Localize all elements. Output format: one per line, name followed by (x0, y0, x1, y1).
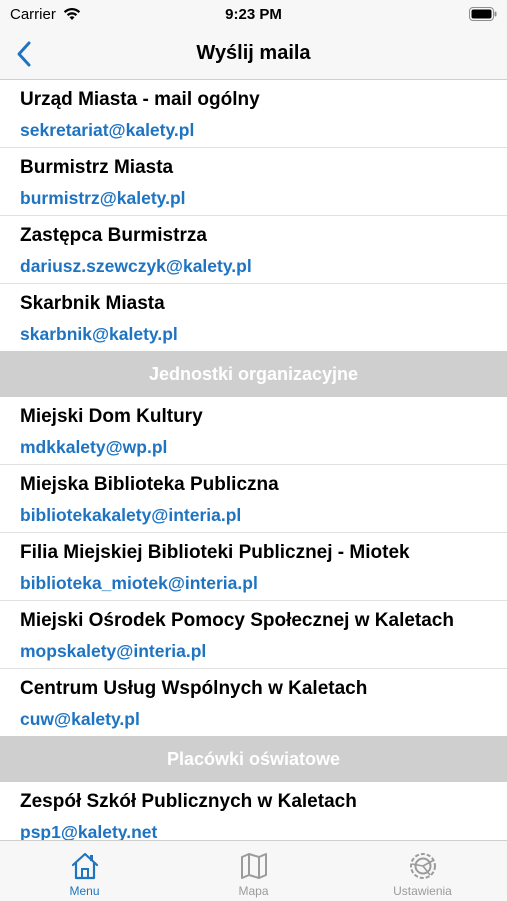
contact-name: Urząd Miasta - mail ogólny (20, 89, 260, 110)
email-link[interactable]: mdkkalety@wp.pl (20, 437, 167, 458)
contact-name: Centrum Usług Wspólnych w Kaletach (20, 678, 368, 699)
contact-name: Miejski Dom Kultury (20, 406, 203, 427)
home-icon (71, 852, 99, 880)
status-time: 9:23 PM (225, 6, 282, 23)
list-item[interactable]: Skarbnik Miasta skarbnik@kalety.pl (0, 284, 507, 351)
battery-icon (469, 7, 497, 21)
section-header: Jednostki organizacyjne (0, 351, 507, 397)
navigation-bar: Wyślij maila (0, 30, 507, 80)
tab-ustawienia[interactable]: Ustawienia (338, 841, 507, 901)
contact-name: Zastępca Burmistrza (20, 225, 207, 246)
list-item[interactable]: Zespół Szkół Publicznych w Kaletach psp1… (0, 782, 507, 840)
page-title: Wyślij maila (196, 42, 311, 64)
list-item[interactable]: Urząd Miasta - mail ogólny sekretariat@k… (0, 80, 507, 148)
list-item[interactable]: Burmistrz Miasta burmistrz@kalety.pl (0, 148, 507, 216)
contact-name: Burmistrz Miasta (20, 157, 174, 178)
map-icon (241, 853, 267, 879)
email-link[interactable]: cuw@kalety.pl (20, 709, 140, 730)
email-link[interactable]: psp1@kalety.net (20, 822, 157, 840)
contact-name: Zespół Szkół Publicznych w Kaletach (20, 791, 357, 812)
list-item[interactable]: Miejska Biblioteka Publiczna bibliotekak… (0, 465, 507, 533)
email-link[interactable]: dariusz.szewczyk@kalety.pl (20, 256, 252, 277)
contact-name: Miejska Biblioteka Publiczna (20, 474, 279, 495)
status-bar: Carrier 9:23 PM (0, 0, 507, 30)
contact-name: Miejski Ośrodek Pomocy Społecznej w Kale… (20, 610, 454, 631)
tab-bar: Menu Mapa Ustawienia (0, 840, 507, 901)
email-link[interactable]: bibliotekakalety@interia.pl (20, 505, 241, 526)
tab-label: Mapa (238, 884, 269, 898)
email-link[interactable]: burmistrz@kalety.pl (20, 188, 186, 209)
contact-name: Skarbnik Miasta (20, 293, 165, 314)
tab-label: Menu (69, 884, 100, 898)
email-list[interactable]: Urząd Miasta - mail ogólny sekretariat@k… (0, 80, 507, 840)
list-item[interactable]: Centrum Usług Wspólnych w Kaletach cuw@k… (0, 669, 507, 736)
list-item[interactable]: Filia Miejskiej Biblioteki Publicznej - … (0, 533, 507, 601)
settings-icon (410, 853, 436, 879)
section-header: Placówki oświatowe (0, 736, 507, 782)
tab-menu[interactable]: Menu (0, 841, 169, 901)
list-item[interactable]: Zastępca Burmistrza dariusz.szewczyk@kal… (0, 216, 507, 284)
email-link[interactable]: skarbnik@kalety.pl (20, 324, 178, 345)
email-link[interactable]: biblioteka_miotek@interia.pl (20, 573, 258, 594)
list-item[interactable]: Miejski Ośrodek Pomocy Społecznej w Kale… (0, 601, 507, 669)
tab-mapa[interactable]: Mapa (169, 841, 338, 901)
list-item[interactable]: Miejski Dom Kultury mdkkalety@wp.pl (0, 397, 507, 465)
email-link[interactable]: mopskalety@interia.pl (20, 641, 206, 662)
email-link[interactable]: sekretariat@kalety.pl (20, 120, 194, 141)
tab-label: Ustawienia (393, 884, 452, 898)
contact-name: Filia Miejskiej Biblioteki Publicznej - … (20, 542, 410, 563)
